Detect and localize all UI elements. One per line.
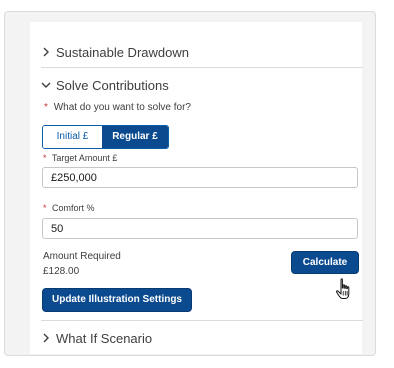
target-amount-input[interactable]: [42, 167, 358, 188]
chevron-right-icon: [43, 333, 49, 343]
section-header-drawdown[interactable]: Sustainable Drawdown: [30, 37, 362, 67]
section-header-what-if[interactable]: What If Scenario: [30, 323, 362, 353]
target-amount-label: * Target Amount £: [43, 153, 118, 163]
section-title-drawdown: Sustainable Drawdown: [56, 44, 189, 60]
section-title-solve: Solve Contributions: [56, 77, 169, 93]
amount-required-label: Amount Required: [43, 251, 121, 262]
calculate-button[interactable]: Calculate: [291, 251, 359, 274]
solve-for-toggle: Initial £ Regular £: [42, 125, 169, 149]
required-mark: *: [44, 102, 48, 113]
settings-card: Sustainable Drawdown Solve Contributions…: [4, 11, 376, 356]
chevron-right-icon: [43, 47, 49, 57]
comfort-label: * Comfort %: [43, 203, 95, 213]
section-header-solve[interactable]: Solve Contributions: [30, 70, 362, 100]
option-initial-button[interactable]: Initial £: [43, 126, 102, 148]
divider: [41, 67, 363, 68]
divider: [41, 320, 363, 321]
comfort-input[interactable]: [42, 218, 358, 239]
required-mark: *: [43, 203, 47, 213]
amount-required-value: £128.00: [43, 266, 80, 277]
option-regular-button[interactable]: Regular £: [102, 126, 168, 148]
hand-pointer-icon: [335, 278, 350, 299]
solve-for-label: * What do you want to solve for?: [44, 102, 191, 113]
chevron-down-icon: [41, 82, 51, 88]
accordion-panel: Sustainable Drawdown Solve Contributions…: [30, 22, 363, 354]
update-illustration-settings-button[interactable]: Update Illustration Settings: [42, 288, 192, 312]
required-mark: *: [43, 153, 47, 163]
section-title-what-if: What If Scenario: [56, 330, 153, 346]
